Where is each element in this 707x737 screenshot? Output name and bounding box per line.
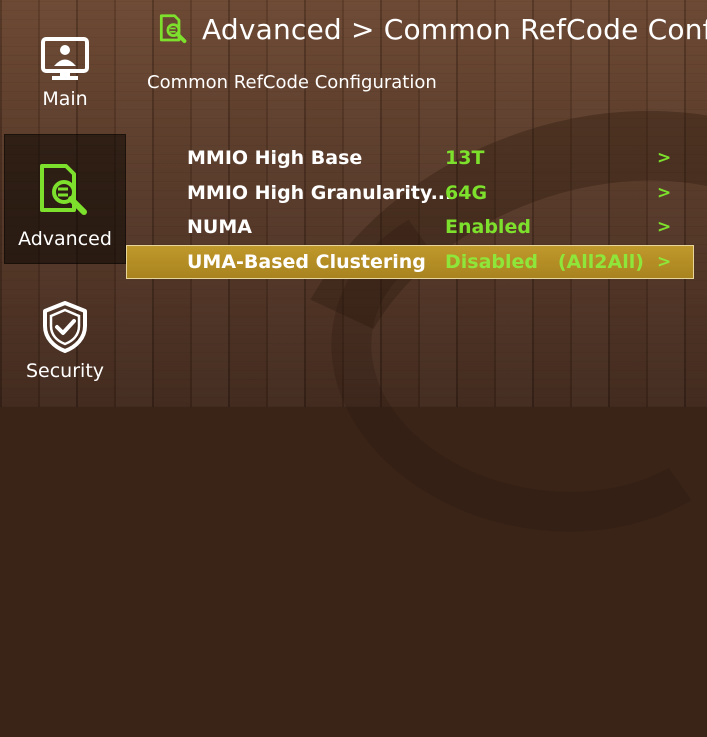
document-search-icon [159,14,187,44]
chevron-right-icon: > [657,148,672,169]
option-name: MMIO High Granularity... [187,181,453,204]
sidebar: Main Advanced Security [0,0,128,407]
option-value: Enabled [445,216,531,239]
sidebar-item-label: Security [25,360,105,382]
shield-check-icon [43,301,87,353]
section-title: Common RefCode Configuration [147,72,437,93]
option-mmio-high-granularity[interactable]: MMIO High Granularity... 64G > [126,176,694,211]
monitor-user-icon [41,37,89,80]
chevron-right-icon: > [657,251,672,272]
options-list: MMIO High Base 13T > MMIO High Granulari… [126,141,694,279]
page-title: Advanced > Common RefCode Confi [202,12,707,46]
page-header: Advanced > Common RefCode Confi [158,8,707,50]
option-name: UMA-Based Clustering [187,250,426,273]
option-value: 13T [445,147,485,170]
option-mmio-high-base[interactable]: MMIO High Base 13T > [126,141,694,176]
sidebar-item-security[interactable]: Security [4,300,126,400]
sidebar-item-label: Main [42,88,88,110]
option-value: 64G [445,181,488,204]
option-numa[interactable]: NUMA Enabled > [126,210,694,245]
chevron-right-icon: > [657,217,672,238]
option-name: NUMA [187,216,252,239]
document-search-icon [40,164,87,215]
option-value: Disabled (All2All) [445,250,644,273]
sidebar-item-advanced[interactable]: Advanced [4,134,126,264]
option-uma-based-clustering[interactable]: UMA-Based Clustering Disabled (All2All) … [126,244,694,279]
chevron-right-icon: > [657,182,672,203]
sidebar-item-label: Advanced [18,228,112,250]
sidebar-item-main[interactable]: Main [4,36,126,136]
option-name: MMIO High Base [187,147,363,170]
